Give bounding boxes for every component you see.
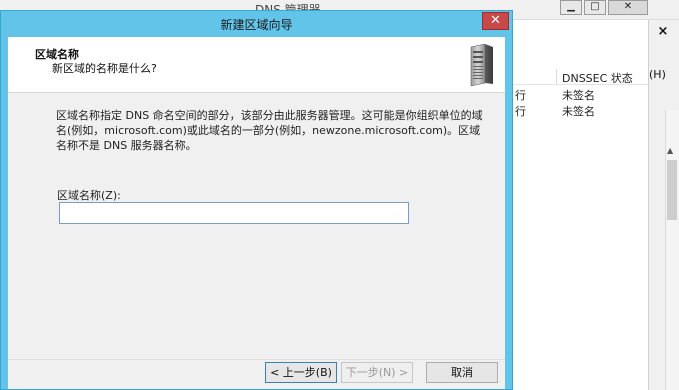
footer-divider (8, 359, 505, 360)
column-header-dnssec[interactable]: DNSSEC 状态 (562, 70, 633, 86)
scroll-up-icon[interactable]: ▲ (667, 146, 673, 155)
new-zone-wizard-dialog: 新建区域向导 ✕ 区域名称 新区域的名称是什么? 区域名称指定 DNS 命名空间… (0, 10, 513, 390)
cancel-button[interactable]: 取消 (426, 362, 498, 383)
list-cell[interactable]: 行 (515, 103, 526, 119)
zone-name-label: 区域名称(Z): (57, 189, 121, 202)
list-cell-dnssec[interactable]: 未签名 (562, 87, 595, 103)
wizard-body: 区域名称 新区域的名称是什么? 区域名称指定 DNS 命名空间的部分，该部分由此… (8, 37, 505, 389)
wizard-title: 新建区域向导 (220, 18, 293, 32)
panel-close-icon[interactable]: × (654, 24, 672, 40)
back-button[interactable]: < 上一步(B) (265, 362, 337, 383)
help-menu[interactable]: (H) (649, 68, 666, 81)
wizard-close-button[interactable]: ✕ (482, 12, 509, 30)
wizard-titlebar[interactable]: 新建区域向导 (1, 11, 512, 37)
column-divider[interactable] (556, 69, 557, 84)
minimize-button[interactable]: ▁ (560, 0, 582, 15)
scrollbar-thumb[interactable] (667, 160, 677, 220)
next-button[interactable]: 下一步(N) > (341, 362, 413, 383)
list-cell-dnssec[interactable]: 未签名 (562, 103, 595, 119)
zone-name-input[interactable] (59, 202, 409, 224)
maximize-button[interactable]: □ (584, 0, 606, 15)
zone-name-description: 区域名称指定 DNS 命名空间的部分，该部分由此服务器管理。这可能是你组织单位的… (56, 109, 483, 152)
server-tower-icon (470, 43, 493, 87)
page-subheading: 新区域的名称是什么? (52, 62, 157, 75)
window-close-button[interactable]: ✕ (608, 0, 648, 15)
list-cell[interactable]: 行 (515, 87, 526, 103)
wizard-header: 区域名称 新区域的名称是什么? (8, 37, 505, 93)
